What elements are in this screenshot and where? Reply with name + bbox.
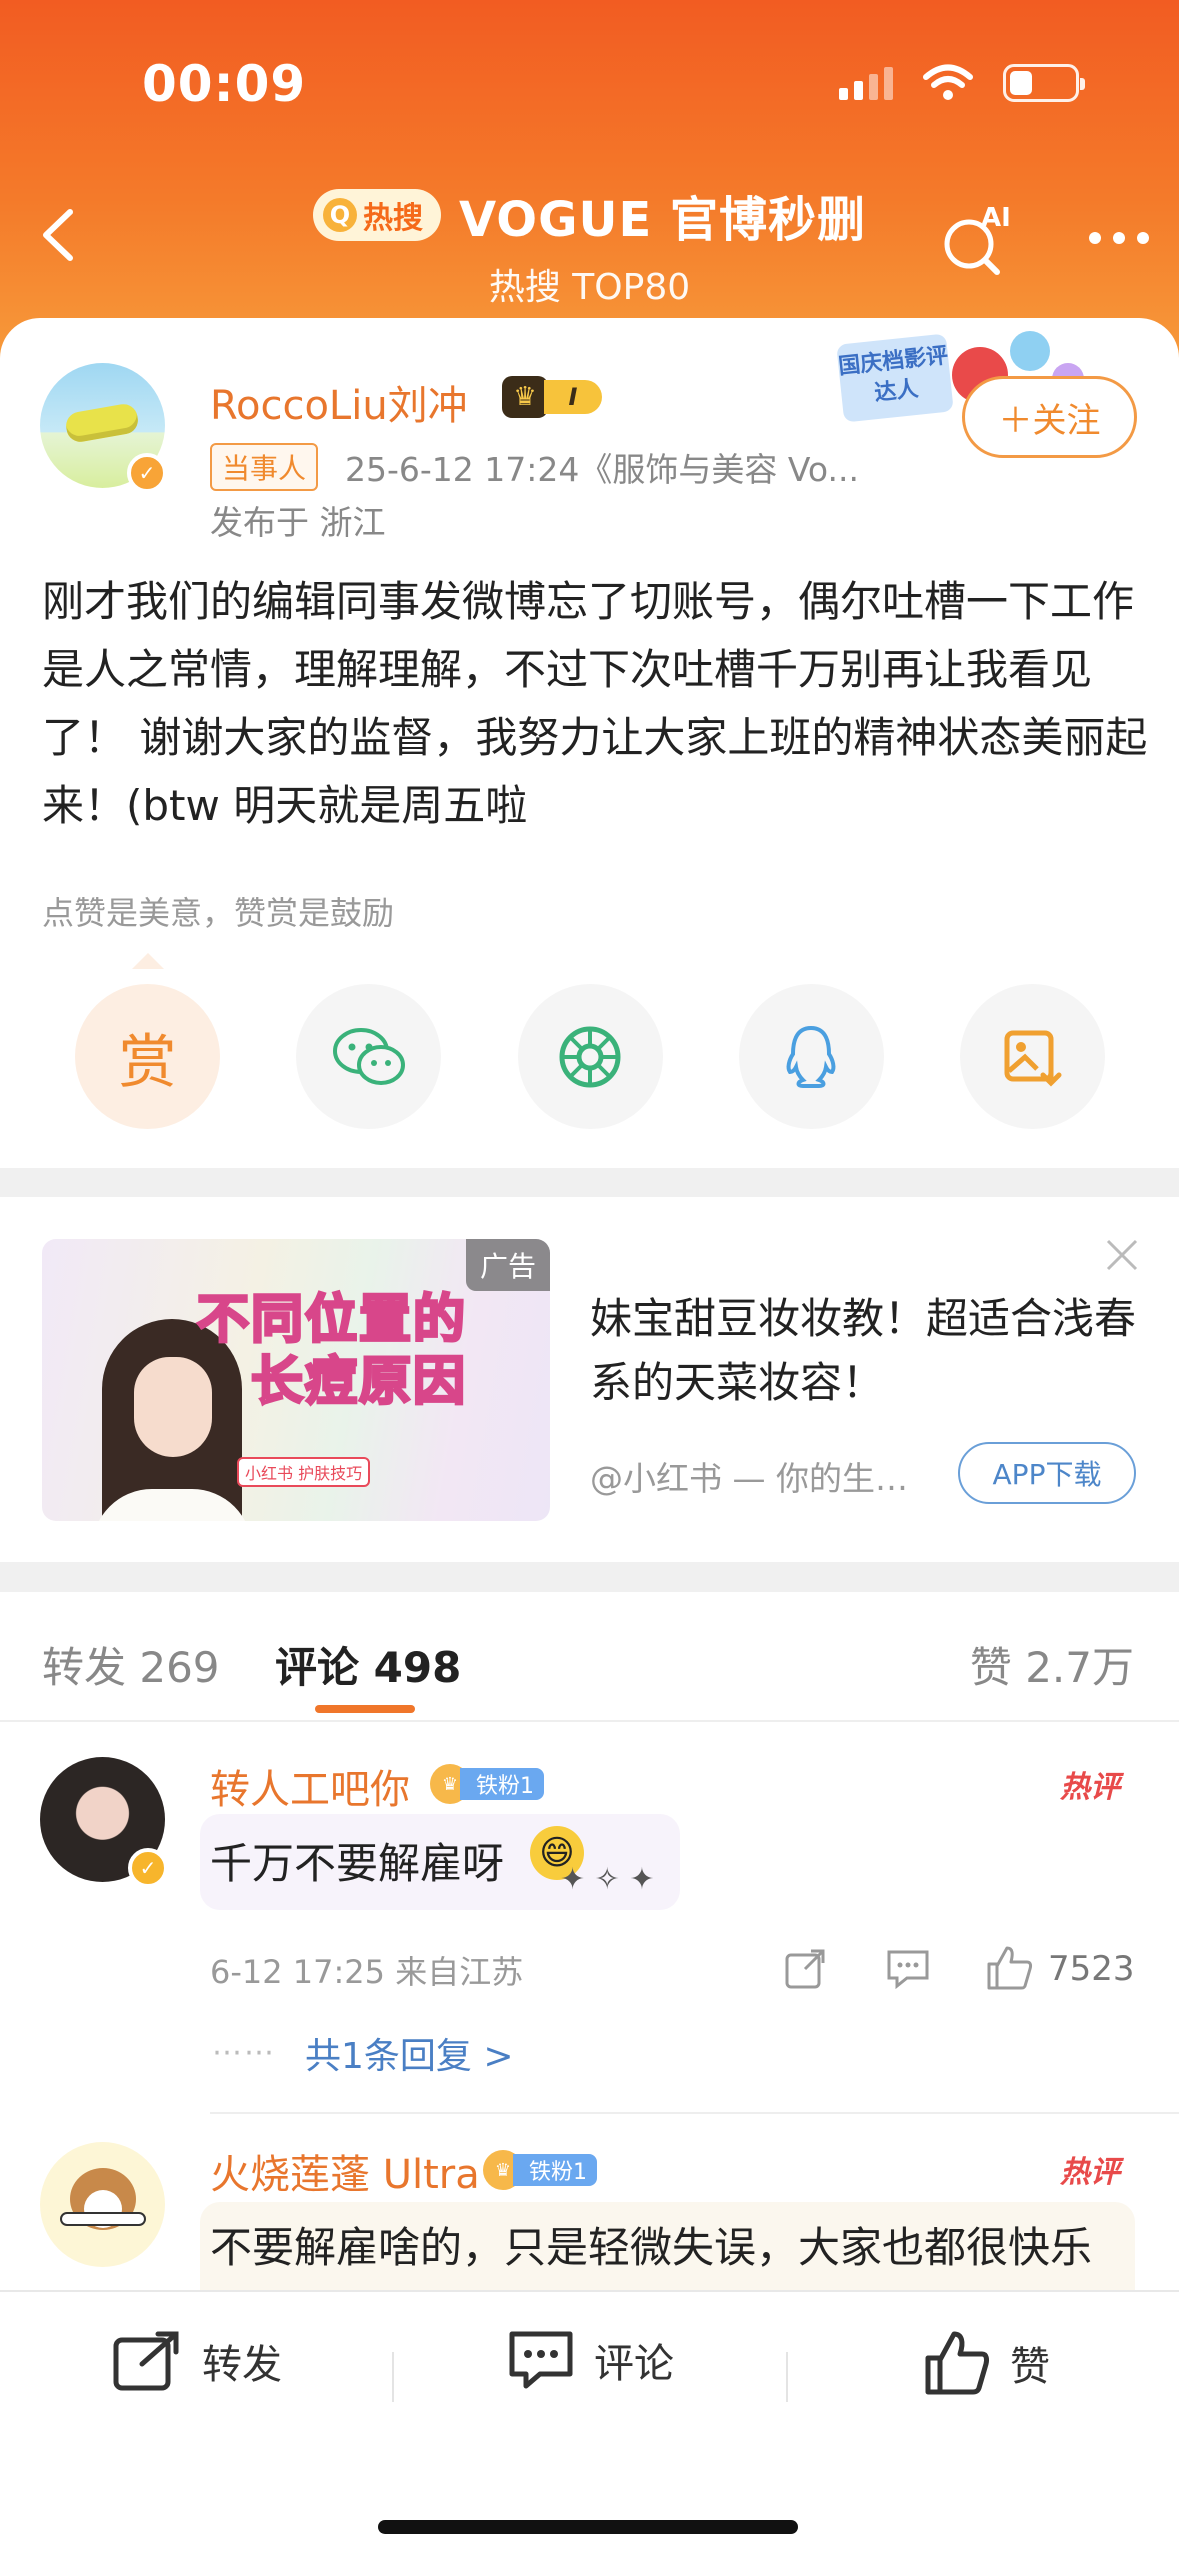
ad-source: @小红书 — 你的生活兴趣社区 bbox=[590, 1459, 930, 1498]
repost-label: 转发 bbox=[202, 2342, 282, 2388]
status-icons bbox=[839, 64, 1085, 102]
post-location: 发布于 浙江 bbox=[210, 503, 386, 542]
tab-likes[interactable]: 赞 2.7万 bbox=[970, 1634, 1134, 1695]
hot-comment-tag: 热评 bbox=[1060, 2155, 1120, 2190]
member-crown-badge[interactable]: ♛ I bbox=[502, 376, 602, 418]
bar-divider bbox=[392, 2352, 394, 2402]
verified-icon: ✓ bbox=[127, 453, 167, 493]
search-icon: Q bbox=[323, 198, 357, 232]
hot-search-badge[interactable]: Q 热搜 bbox=[313, 189, 441, 241]
author-name[interactable]: RoccoLiu刘冲 bbox=[210, 373, 468, 431]
like-icon[interactable] bbox=[985, 1944, 1033, 1992]
hot-badge-label: 热搜 bbox=[363, 201, 423, 236]
post-body: 刚才我们的编辑同事发微博忘了切账号，偶尔吐槽一下工作是人之常情，理解理解，不过下… bbox=[42, 577, 1148, 830]
ad-image[interactable]: 不同位置的 长痘原因 小红书 护肤技巧 广告 bbox=[42, 1239, 550, 1521]
hint-arrow bbox=[132, 953, 164, 969]
tab-comment[interactable]: 评论 498 bbox=[275, 1634, 461, 1695]
comment-divider bbox=[210, 2112, 1179, 2114]
save-image-icon bbox=[1004, 1030, 1061, 1087]
repost-button[interactable]: 转发 bbox=[112, 2330, 282, 2392]
like-icon bbox=[925, 2331, 989, 2395]
qq-share-button[interactable] bbox=[738, 984, 884, 1129]
share-row: 赏 bbox=[75, 984, 1105, 1129]
more-options-icon[interactable] bbox=[1089, 232, 1149, 244]
ad-card[interactable]: 不同位置的 长痘原因 小红书 护肤技巧 广告 妹宝甜豆妆妆教！超适合浅春系的天菜… bbox=[0, 1197, 1179, 1562]
follow-button[interactable]: ＋关注 bbox=[962, 376, 1137, 458]
deco-label: 国庆档影评达人 bbox=[836, 333, 954, 423]
comment-text: 不要解雇啥的，只是轻微失误，大家也都很快乐呀 bbox=[210, 2223, 1093, 2292]
commenter-name[interactable]: 火烧莲蓬 Ultra bbox=[210, 2142, 480, 2200]
wechat-share-button[interactable] bbox=[296, 984, 442, 1129]
view-replies-link[interactable]: 共1条回复 > bbox=[305, 2027, 514, 2079]
save-image-button[interactable] bbox=[960, 984, 1105, 1129]
fan-badge[interactable]: ♛ 铁粉1 bbox=[483, 2150, 597, 2190]
home-indicator bbox=[378, 2520, 798, 2534]
bottom-action-bar: 转发 评论 赞 bbox=[0, 2290, 1179, 2556]
verified-icon: ✓ bbox=[128, 1848, 168, 1888]
ai-label: AI bbox=[981, 203, 1011, 233]
fan-badge[interactable]: ♛ 铁粉1 bbox=[430, 1764, 544, 1804]
post-card: ✓ RoccoLiu刘冲 ♛ I 当事人 25-6-12 17:24《服饰与美容… bbox=[0, 318, 1179, 1168]
comment-icon[interactable] bbox=[885, 1948, 931, 1990]
tab-indicator bbox=[315, 1705, 415, 1713]
bar-divider bbox=[786, 2352, 788, 2402]
battery-icon bbox=[1003, 64, 1085, 102]
party-tag: 当事人 bbox=[210, 443, 319, 491]
repost-icon[interactable] bbox=[783, 1947, 827, 1991]
like-label: 赞 bbox=[1010, 2344, 1050, 2390]
comment-text: 千万不要解雇呀 bbox=[210, 1839, 505, 1888]
comment-meta: 6-12 17:25 来自江苏 bbox=[210, 1953, 524, 1991]
comment-tabs: 转发 269 评论 498 赞 2.7万 bbox=[0, 1592, 1179, 1722]
sparkle-icon: ✦ ✧ ✦ bbox=[560, 1862, 655, 1897]
comment-button[interactable]: 评论 bbox=[508, 2330, 674, 2390]
header: 00:09 Q 热搜 VOGUE 官博秒删 热搜 TOP80 AI bbox=[0, 0, 1179, 360]
reward-hint: 点赞是美意，赞赏是鼓励 bbox=[42, 894, 395, 932]
reply-dots: ⋯⋯ bbox=[212, 2035, 276, 2070]
wechat-icon bbox=[332, 1027, 405, 1085]
commenter-avatar[interactable] bbox=[40, 2142, 165, 2267]
post-meta: 25-6-12 17:24《服饰与美容 Vo... bbox=[345, 450, 859, 489]
like-button[interactable]: 赞 bbox=[924, 2330, 1050, 2396]
signal-icon bbox=[839, 66, 893, 100]
ad-image-badge: 小红书 护肤技巧 bbox=[237, 1457, 371, 1487]
ai-search-icon[interactable]: AI bbox=[935, 200, 1015, 280]
commenter-name[interactable]: 转人工吧你 bbox=[210, 1757, 410, 1815]
moments-icon bbox=[559, 1026, 621, 1087]
hot-comment-tag: 热评 bbox=[1060, 1770, 1120, 1805]
reward-button[interactable]: 赏 bbox=[75, 984, 220, 1129]
ad-title[interactable]: 妹宝甜豆妆妆教！超适合浅春系的天菜妆容！ bbox=[590, 1287, 1150, 1415]
comment-label: 评论 bbox=[594, 2341, 674, 2387]
like-count: 7523 bbox=[1048, 1949, 1135, 1989]
comment-icon bbox=[509, 2331, 573, 2389]
comment-list: ✓ 转人工吧你 ♛ 铁粉1 热评 千万不要解雇呀 😄 ✦ ✧ ✦ 6-12 17… bbox=[0, 1722, 1179, 2292]
ad-tag: 广告 bbox=[465, 1239, 550, 1291]
ad-image-headline: 不同位置的 长痘原因 bbox=[195, 1289, 468, 1414]
repost-icon bbox=[113, 2331, 179, 2391]
app-download-button[interactable]: APP下载 bbox=[958, 1442, 1136, 1504]
qq-icon bbox=[786, 1025, 836, 1088]
close-icon[interactable] bbox=[1102, 1235, 1142, 1275]
moments-share-button[interactable] bbox=[517, 984, 663, 1129]
page-title: VOGUE 官博秒删 bbox=[459, 192, 866, 248]
wifi-icon bbox=[923, 64, 973, 100]
crown-icon: ♛ bbox=[502, 376, 548, 418]
tab-repost[interactable]: 转发 269 bbox=[42, 1634, 220, 1695]
status-time: 00:09 bbox=[142, 55, 307, 113]
crown-level: I bbox=[544, 380, 602, 414]
